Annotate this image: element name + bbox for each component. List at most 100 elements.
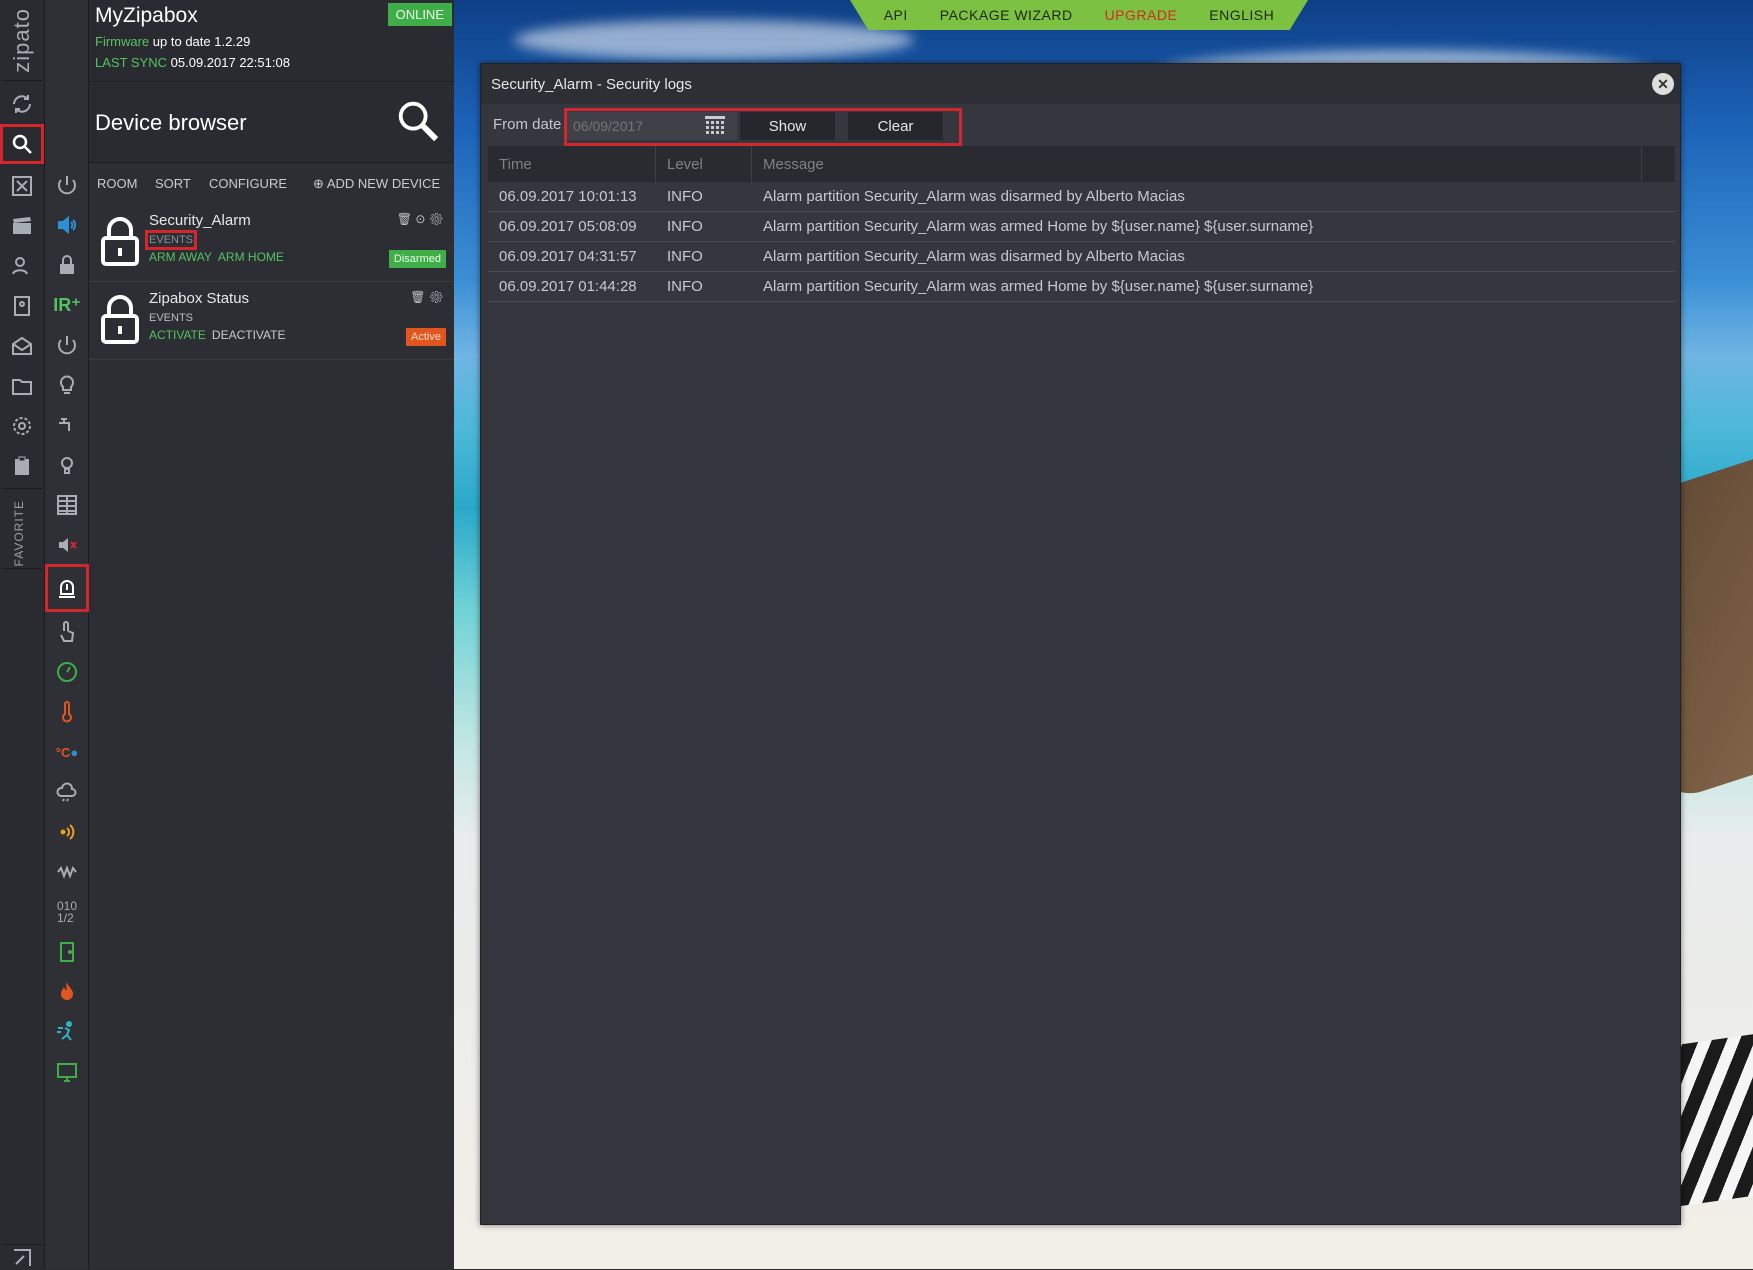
cell-message: Alarm partition Security_Alarm was armed… [763, 278, 1314, 295]
binary-icon[interactable]: 010 1/2 [45, 892, 89, 932]
bulb-icon[interactable] [45, 445, 89, 485]
device-name: Security_Alarm [149, 212, 251, 229]
table-row[interactable]: 06.09.2017 10:01:13 INFO Alarm partition… [488, 182, 1675, 212]
logs-table: Time Level Message 06.09.2017 10:01:13 I… [488, 146, 1675, 302]
mail-icon[interactable] [0, 326, 44, 366]
motion-icon[interactable] [45, 1012, 89, 1052]
cell-level: INFO [667, 248, 703, 265]
column-spacer [1642, 146, 1675, 182]
cell-message: Alarm partition Security_Alarm was disar… [763, 188, 1185, 205]
signal-icon[interactable] [45, 812, 89, 852]
room-button[interactable]: ROOM [97, 176, 137, 191]
events-link[interactable]: EVENTS [149, 312, 193, 324]
weather-icon[interactable] [45, 772, 89, 812]
cell-level: INFO [667, 278, 703, 295]
sync-value: 05.09.2017 22:51:08 [170, 55, 290, 70]
door-icon[interactable] [45, 932, 89, 972]
column-time[interactable]: Time [488, 146, 656, 182]
device-item[interactable]: Security_Alarm EVENTS ARM AWAY ARM HOME 🗑… [89, 204, 454, 282]
primary-rail: zipato FAVORITE [0, 0, 45, 1269]
collapse-icon[interactable] [0, 1248, 44, 1268]
vibration-icon[interactable] [45, 852, 89, 892]
fire-icon[interactable] [45, 972, 89, 1012]
device-type-rail: IR⁺ °C ● 010 1/2 [45, 0, 89, 1269]
favorite-label[interactable]: FAVORITE [12, 500, 26, 566]
mute-icon[interactable] [45, 525, 89, 565]
cell-level: INFO [667, 188, 703, 205]
app-name: MyZipabox [95, 4, 198, 27]
thermometer-icon[interactable] [45, 692, 89, 732]
search-icon[interactable] [0, 124, 44, 164]
cell-time: 06.09.2017 04:31:57 [499, 248, 637, 265]
dialog-title: Security_Alarm - Security logs [491, 76, 692, 93]
from-date-label: From date [493, 116, 562, 133]
device-browser-panel: MyZipabox ONLINE Firmware up to date 1.2… [89, 0, 454, 1269]
package-wizard-link[interactable]: PACKAGE WIZARD [940, 7, 1073, 23]
touch-icon[interactable] [45, 612, 89, 652]
state-badge: Disarmed [388, 250, 446, 268]
target-icon[interactable]: ⊙ [415, 212, 425, 226]
plus-icon: ⊕ [313, 176, 324, 191]
gear-icon[interactable]: ⚙ [429, 290, 444, 304]
http-icon[interactable] [45, 1052, 89, 1092]
arm-away-button[interactable]: ARM AWAY [149, 250, 212, 264]
column-level[interactable]: Level [656, 146, 752, 182]
power-icon[interactable] [45, 325, 89, 365]
device-actions: 🗑 ⊙ ⚙ [397, 212, 444, 226]
highlight-box [564, 108, 962, 146]
clapper-icon[interactable] [0, 206, 44, 246]
upgrade-link[interactable]: UPGRADE [1105, 7, 1178, 23]
trash-icon[interactable]: 🗑 [410, 290, 425, 304]
cell-message: Alarm partition Security_Alarm was disar… [763, 248, 1185, 265]
scenes-icon[interactable] [0, 166, 44, 206]
search-icon[interactable] [394, 97, 440, 143]
gear-icon[interactable]: ⚙ [429, 212, 444, 226]
device-item[interactable]: Zipabox Status EVENTS ACTIVATE DEACTIVATE… [89, 282, 454, 360]
api-link[interactable]: API [884, 7, 908, 23]
trash-icon[interactable]: 🗑 [397, 212, 412, 226]
state-badge: Active [406, 328, 446, 346]
lock-icon [101, 295, 139, 344]
column-message[interactable]: Message [752, 146, 1642, 182]
configure-button[interactable]: CONFIGURE [209, 176, 287, 191]
speaker-icon[interactable] [45, 205, 89, 245]
device-actions: 🗑 ⚙ [410, 290, 444, 304]
lock-icon [101, 217, 139, 266]
sort-button[interactable]: SORT [155, 176, 191, 191]
meter-icon[interactable] [45, 652, 89, 692]
refresh-icon[interactable] [0, 84, 44, 124]
folder-icon[interactable] [0, 366, 44, 406]
lock-icon[interactable] [45, 245, 89, 285]
table-row[interactable]: 06.09.2017 04:31:57 INFO Alarm partition… [488, 242, 1675, 272]
arm-home-button[interactable]: ARM HOME [218, 250, 284, 264]
add-device-button[interactable]: ⊕ ADD NEW DEVICE [313, 176, 440, 192]
events-link[interactable]: EVENTS [144, 230, 198, 250]
firmware-text: up to date 1.2.29 [152, 34, 251, 49]
zipato-logo: zipato [9, 8, 34, 73]
browser-bar: Device browser [89, 83, 454, 163]
shutter-icon[interactable] [45, 485, 89, 525]
cell-message: Alarm partition Security_Alarm was armed… [763, 218, 1314, 235]
table-row[interactable]: 06.09.2017 01:44:28 INFO Alarm partition… [488, 272, 1675, 302]
table-row[interactable]: 06.09.2017 05:08:09 INFO Alarm partition… [488, 212, 1675, 242]
faucet-icon[interactable] [45, 405, 89, 445]
table-header: Time Level Message [488, 146, 1675, 182]
cell-time: 06.09.2017 01:44:28 [499, 278, 637, 295]
close-icon[interactable]: ✕ [1652, 73, 1674, 95]
users-icon[interactable] [0, 246, 44, 286]
temp-humidity-icon[interactable]: °C ● [45, 732, 89, 772]
contacts-icon[interactable] [0, 286, 44, 326]
firmware-label: Firmware [95, 34, 150, 49]
settings-icon[interactable] [0, 406, 44, 446]
deactivate-button[interactable]: DEACTIVATE [212, 328, 286, 342]
power-icon[interactable] [45, 165, 89, 205]
ir-icon[interactable]: IR⁺ [45, 285, 89, 325]
bulb-icon[interactable] [45, 365, 89, 405]
alarm-icon[interactable] [45, 564, 89, 612]
device-toolbar: ROOM SORT CONFIGURE ⊕ ADD NEW DEVICE [89, 164, 454, 204]
clipboard-icon[interactable] [0, 446, 44, 486]
status-badge: ONLINE [387, 3, 452, 26]
dialog-titlebar: Security_Alarm - Security logs ✕ [481, 64, 1680, 104]
activate-button[interactable]: ACTIVATE [149, 328, 206, 342]
language-link[interactable]: ENGLISH [1209, 7, 1274, 23]
